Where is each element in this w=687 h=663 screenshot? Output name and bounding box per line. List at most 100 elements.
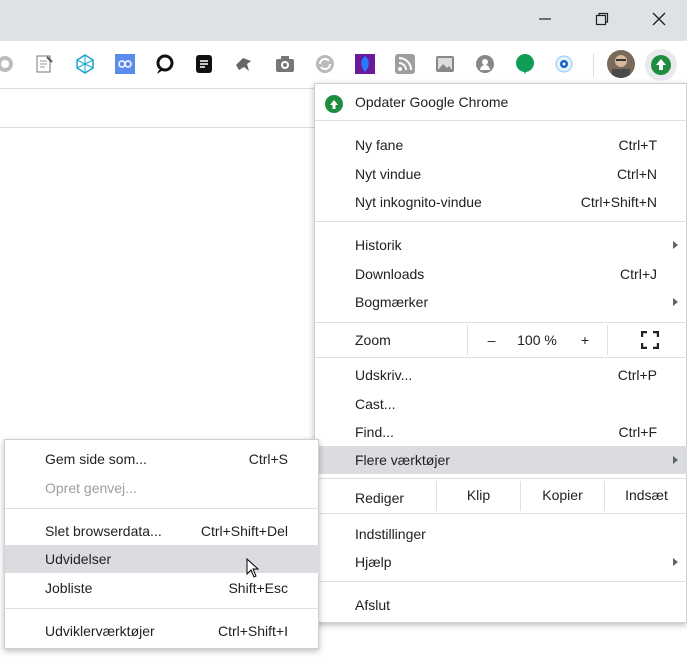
extensions-label: Udvidelser	[45, 551, 112, 567]
zoom-in-label: +	[580, 332, 590, 348]
profile-avatar[interactable]	[607, 50, 635, 78]
menu-item-bookmarks[interactable]: Bogmærker	[315, 288, 687, 316]
zoom-in-button[interactable]: +	[563, 325, 607, 355]
more-tools-label: Flere værktøjer	[355, 452, 450, 468]
print-shortcut: Ctrl+P	[617, 367, 657, 383]
bookmarks-label: Bogmærker	[355, 294, 429, 310]
title-bar	[0, 0, 687, 41]
exit-label: Afslut	[355, 597, 391, 613]
downloads-label: Downloads	[355, 266, 425, 282]
person-icon[interactable]	[474, 53, 496, 75]
clear-data-label: Slet browserdata...	[45, 523, 162, 539]
new-tab-shortcut: Ctrl+T	[618, 137, 658, 153]
note-icon[interactable]	[33, 53, 55, 75]
submenu-item-dev-tools[interactable]: Udviklerværktøjer Ctrl+Shift+I	[5, 617, 320, 645]
menu-item-history[interactable]: Historik	[315, 231, 687, 259]
zoom-label: Zoom	[355, 332, 391, 348]
shield-icon[interactable]	[354, 53, 376, 75]
menu-separator	[315, 581, 687, 582]
menu-item-new-window[interactable]: Nyt vindue Ctrl+N	[315, 160, 687, 188]
eye-icon[interactable]	[553, 53, 575, 75]
network-icon[interactable]	[74, 53, 96, 75]
incognito-shortcut: Ctrl+Shift+N	[580, 194, 657, 210]
chevron-right-icon	[673, 558, 678, 566]
submenu-item-clear-data[interactable]: Slet browserdata... Ctrl+Shift+Del	[5, 517, 320, 545]
minimize-button[interactable]	[516, 0, 574, 38]
puzzle-icon[interactable]	[0, 53, 16, 75]
history-label: Historik	[355, 237, 402, 253]
menu-item-more-tools[interactable]: Flere værktøjer	[315, 446, 687, 474]
clear-data-shortcut: Ctrl+Shift+Del	[200, 523, 288, 539]
copy-label: Kopier	[542, 487, 583, 503]
minimize-icon	[539, 18, 551, 20]
menu-item-settings[interactable]: Indstillinger	[315, 520, 687, 548]
menu-separator	[315, 221, 687, 222]
sync-icon[interactable]	[314, 53, 336, 75]
dev-tools-label: Udviklerværktøjer	[45, 623, 155, 639]
close-button[interactable]	[630, 0, 687, 38]
settings-label: Indstillinger	[355, 526, 426, 542]
submenu-item-extensions[interactable]: Udvidelser	[5, 545, 320, 573]
find-label: Find...	[355, 424, 394, 440]
submenu-separator	[5, 608, 320, 609]
chrome-menu-button[interactable]	[645, 49, 677, 81]
page-divider	[0, 127, 315, 128]
menu-item-update-chrome[interactable]: Opdater Google Chrome	[315, 88, 687, 116]
maximize-icon	[595, 12, 609, 26]
help-label: Hjælp	[355, 554, 392, 570]
submenu-separator	[5, 508, 320, 509]
print-label: Udskriv...	[355, 367, 413, 383]
menu-separator	[315, 322, 687, 323]
update-icon	[325, 95, 343, 113]
hangouts-icon[interactable]	[514, 53, 536, 75]
paste-label: Indsæt	[625, 487, 668, 503]
close-icon	[652, 12, 666, 26]
menu-item-new-tab[interactable]: Ny fane Ctrl+T	[315, 131, 687, 159]
submenu-item-task-manager[interactable]: Jobliste Shift+Esc	[5, 574, 320, 602]
paste-button[interactable]: Indsæt	[604, 481, 687, 511]
maximize-button[interactable]	[573, 0, 631, 38]
downloads-shortcut: Ctrl+J	[620, 266, 657, 282]
edit-row: Rediger Klip Kopier Indsæt	[315, 481, 687, 511]
menu-item-help[interactable]: Hjælp	[315, 548, 687, 576]
copy-button[interactable]: Kopier	[520, 481, 604, 511]
edit-label: Rediger	[355, 490, 405, 506]
chat-icon[interactable]	[154, 53, 176, 75]
menu-item-exit[interactable]: Afslut	[315, 591, 687, 619]
find-shortcut: Ctrl+F	[618, 424, 658, 440]
chrome-main-menu: Opdater Google Chrome Ny fane Ctrl+T Nyt…	[314, 83, 687, 623]
new-tab-label: Ny fane	[355, 137, 404, 153]
update-arrow-icon	[651, 55, 671, 75]
menu-item-find[interactable]: Find... Ctrl+F	[315, 418, 687, 446]
image-icon[interactable]	[434, 53, 456, 75]
menu-item-incognito[interactable]: Nyt inkognito-vindue Ctrl+Shift+N	[315, 188, 687, 216]
camera-icon[interactable]	[274, 53, 296, 75]
cut-label: Klip	[466, 487, 491, 503]
submenu-item-save-page[interactable]: Gem side som... Ctrl+S	[5, 445, 320, 473]
create-shortcut-label: Opret genvej...	[45, 480, 137, 496]
cast-label: Cast...	[355, 396, 396, 412]
menu-item-print[interactable]: Udskriv... Ctrl+P	[315, 361, 687, 389]
new-window-label: Nyt vindue	[355, 166, 422, 182]
menu-item-downloads[interactable]: Downloads Ctrl+J	[315, 260, 687, 288]
chevron-right-icon	[673, 241, 678, 249]
menu-separator	[315, 478, 687, 479]
link-icon[interactable]	[114, 53, 136, 75]
menu-separator	[315, 357, 687, 358]
zoom-out-label: –	[487, 332, 496, 348]
more-tools-submenu: Gem side som... Ctrl+S Opret genvej... S…	[4, 439, 320, 649]
rss-icon[interactable]	[394, 53, 416, 75]
cut-button[interactable]: Klip	[436, 481, 520, 511]
zoom-row: Zoom – 100 % +	[315, 325, 687, 355]
submenu-item-create-shortcut: Opret genvej...	[5, 474, 320, 502]
save-page-shortcut: Ctrl+S	[248, 451, 288, 467]
mouse-cursor-icon	[246, 557, 260, 581]
menu-item-cast[interactable]: Cast...	[315, 390, 687, 418]
doc-icon[interactable]	[193, 53, 215, 75]
bird-icon[interactable]	[233, 53, 255, 75]
update-label: Opdater Google Chrome	[355, 94, 509, 110]
toolbar-divider	[593, 53, 594, 77]
zoom-out-button[interactable]: –	[467, 325, 515, 355]
dev-tools-shortcut: Ctrl+Shift+I	[217, 623, 288, 639]
fullscreen-button[interactable]	[607, 325, 687, 355]
